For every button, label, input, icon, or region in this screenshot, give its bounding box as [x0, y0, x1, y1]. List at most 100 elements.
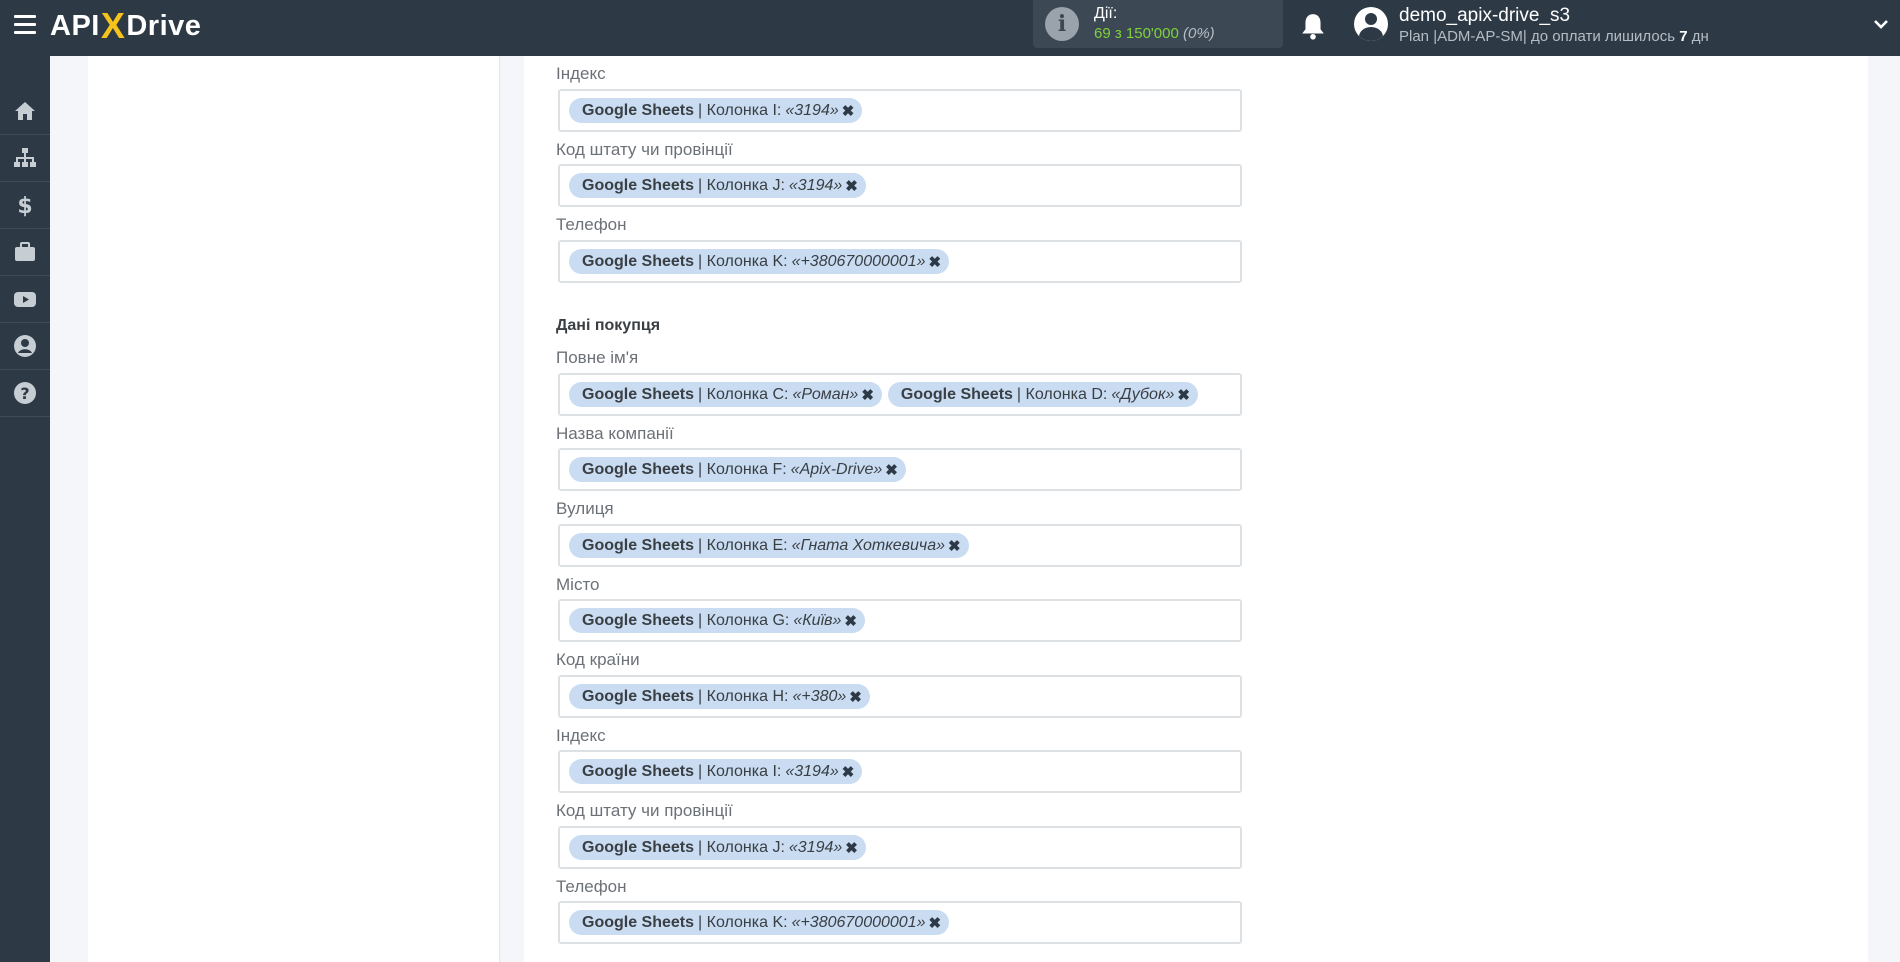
tag-value: «+380670000001» [791, 913, 926, 931]
remove-tag-icon[interactable]: ✖ [845, 839, 858, 857]
field-tag: Google Sheets | Колонка J: «3194» ✖ [569, 173, 866, 198]
tag-value: «Apix-Drive» [790, 460, 883, 478]
tag-source: Google Sheets [582, 838, 695, 856]
tag-source: Google Sheets [582, 536, 695, 554]
actions-counter: i Дії: 69 з 150'000 (0%) [1033, 0, 1283, 48]
sidebar-item-video[interactable] [0, 276, 50, 323]
tag-column: | Колонка J: [698, 176, 785, 194]
tag-source: Google Sheets [582, 252, 695, 270]
info-icon: i [1045, 7, 1079, 41]
tag-source: Google Sheets [582, 913, 695, 931]
remove-tag-icon[interactable]: ✖ [842, 763, 855, 781]
field-label-phone: Телефон [556, 877, 627, 896]
user-name[interactable]: demo_apix-drive_s3 [1399, 5, 1570, 27]
field-label-index: Індекс [556, 726, 606, 745]
user-plan: Plan |ADM-AP-SM| до оплати лишилось 7 дн [1399, 28, 1709, 45]
user-circle-icon [14, 335, 36, 357]
tag-source: Google Sheets [582, 611, 695, 629]
chevron-down-icon[interactable] [1873, 16, 1889, 32]
logo-drive-text: Drive [126, 9, 202, 42]
actions-label: Дії: [1094, 5, 1118, 22]
actions-count-value: 69 з 150'000 [1094, 25, 1179, 42]
tag-column: | Колонка D: [1016, 385, 1108, 403]
field-label-company: Назва компанії [556, 424, 674, 443]
avatar[interactable] [1354, 7, 1388, 41]
menu-icon[interactable] [14, 15, 36, 37]
tag-source: Google Sheets [582, 687, 695, 705]
tag-value: «Гната Хоткевича» [791, 536, 945, 554]
remove-tag-icon[interactable]: ✖ [845, 177, 858, 195]
field-label-state: Код штату чи провінції [556, 801, 733, 820]
field-state-top[interactable]: Google Sheets | Колонка J: «3194» ✖ [558, 164, 1242, 207]
tag-column: | Колонка I: [698, 101, 782, 119]
tag-column: | Колонка F: [698, 460, 787, 478]
field-label-index-top: Індекс [556, 64, 606, 83]
remove-tag-icon[interactable]: ✖ [861, 386, 874, 404]
tag-source: Google Sheets [582, 176, 695, 194]
field-tag: Google Sheets | Колонка K: «+380670000001»… [569, 910, 950, 935]
tag-column: | Колонка H: [698, 687, 789, 705]
field-phone[interactable]: Google Sheets | Колонка K: «+380670000001»… [558, 901, 1242, 944]
bell-icon[interactable] [1300, 12, 1326, 40]
field-index[interactable]: Google Sheets | Колонка I: «3194» ✖ [558, 750, 1242, 793]
svg-text:?: ? [20, 384, 29, 403]
tag-value: «+380670000001» [791, 252, 926, 270]
field-phone-top[interactable]: Google Sheets | Колонка K: «+380670000001»… [558, 240, 1242, 283]
home-icon [15, 102, 35, 120]
field-street[interactable]: Google Sheets | Колонка E: «Гната Хоткевич… [558, 524, 1242, 567]
plan-text: Plan |ADM-AP-SM| до оплати лишилось [1399, 28, 1680, 45]
field-full-name[interactable]: Google Sheets | Колонка C: «Роман» ✖ Google… [558, 373, 1242, 416]
remove-tag-icon[interactable]: ✖ [928, 914, 941, 932]
remove-tag-icon[interactable]: ✖ [844, 612, 857, 630]
tag-column: | Колонка I: [698, 762, 782, 780]
logo-api-text: API [50, 9, 100, 42]
tag-value: «Роман» [792, 385, 859, 403]
tag-column: | Колонка C: [698, 385, 789, 403]
field-tag: Google Sheets | Колонка C: «Роман» ✖ [569, 382, 882, 407]
left-panel [88, 56, 500, 962]
tag-source: Google Sheets [582, 460, 695, 478]
field-label-country-code: Код країни [556, 650, 640, 669]
sidebar-item-help[interactable]: ? [0, 370, 50, 417]
field-tag: Google Sheets | Колонка E: «Гната Хоткевич… [569, 533, 969, 558]
tag-value: «3194» [788, 838, 843, 856]
field-company[interactable]: Google Sheets | Колонка F: «Apix-Drive» ✖ [558, 448, 1242, 491]
question-icon: ? [14, 382, 36, 404]
section-title-buyer: Дані покупця [556, 317, 661, 334]
tag-value: «+380» [792, 687, 847, 705]
actions-count: 69 з 150'000 (0%) [1094, 25, 1215, 42]
sidebar-item-connections[interactable] [0, 135, 50, 182]
remove-tag-icon[interactable]: ✖ [948, 537, 961, 555]
sitemap-icon [14, 148, 36, 167]
remove-tag-icon[interactable]: ✖ [1177, 386, 1190, 404]
field-city[interactable]: Google Sheets | Колонка G: «Київ» ✖ [558, 599, 1242, 642]
tag-value: «3194» [785, 101, 839, 119]
youtube-icon [14, 292, 36, 307]
tag-column: | Колонка J: [698, 838, 785, 856]
tag-value: «3194» [788, 176, 843, 194]
field-label-state-top: Код штату чи провінції [556, 140, 733, 159]
logo[interactable]: API X Drive [50, 5, 202, 46]
tag-value: «Київ» [793, 611, 842, 629]
tag-column: | Колонка K: [698, 252, 788, 270]
actions-percent: (0%) [1183, 25, 1215, 42]
remove-tag-icon[interactable]: ✖ [928, 253, 941, 271]
plan-days-unit: дн [1687, 28, 1709, 45]
tag-column: | Колонка K: [698, 913, 788, 931]
field-country-code[interactable]: Google Sheets | Колонка H: «+380» ✖ [558, 675, 1242, 718]
remove-tag-icon[interactable]: ✖ [842, 102, 855, 120]
remove-tag-icon[interactable]: ✖ [885, 461, 898, 479]
sidebar-item-home[interactable] [0, 88, 50, 135]
field-index-top[interactable]: Google Sheets | Колонка I: «3194» ✖ [558, 89, 1242, 132]
tag-column: | Колонка E: [698, 536, 788, 554]
sidebar-item-tools[interactable] [0, 229, 50, 276]
logo-x-text: X [100, 5, 126, 46]
sidebar-item-billing[interactable]: $ [0, 182, 50, 229]
dollar-icon: $ [17, 194, 32, 217]
remove-tag-icon[interactable]: ✖ [849, 688, 862, 706]
svg-text:$: $ [17, 194, 32, 217]
plan-days: 7 [1679, 28, 1688, 45]
field-tag: Google Sheets | Колонка K: «+380670000001»… [569, 249, 950, 274]
sidebar-item-profile[interactable] [0, 323, 50, 370]
field-state[interactable]: Google Sheets | Колонка J: «3194» ✖ [558, 826, 1242, 869]
